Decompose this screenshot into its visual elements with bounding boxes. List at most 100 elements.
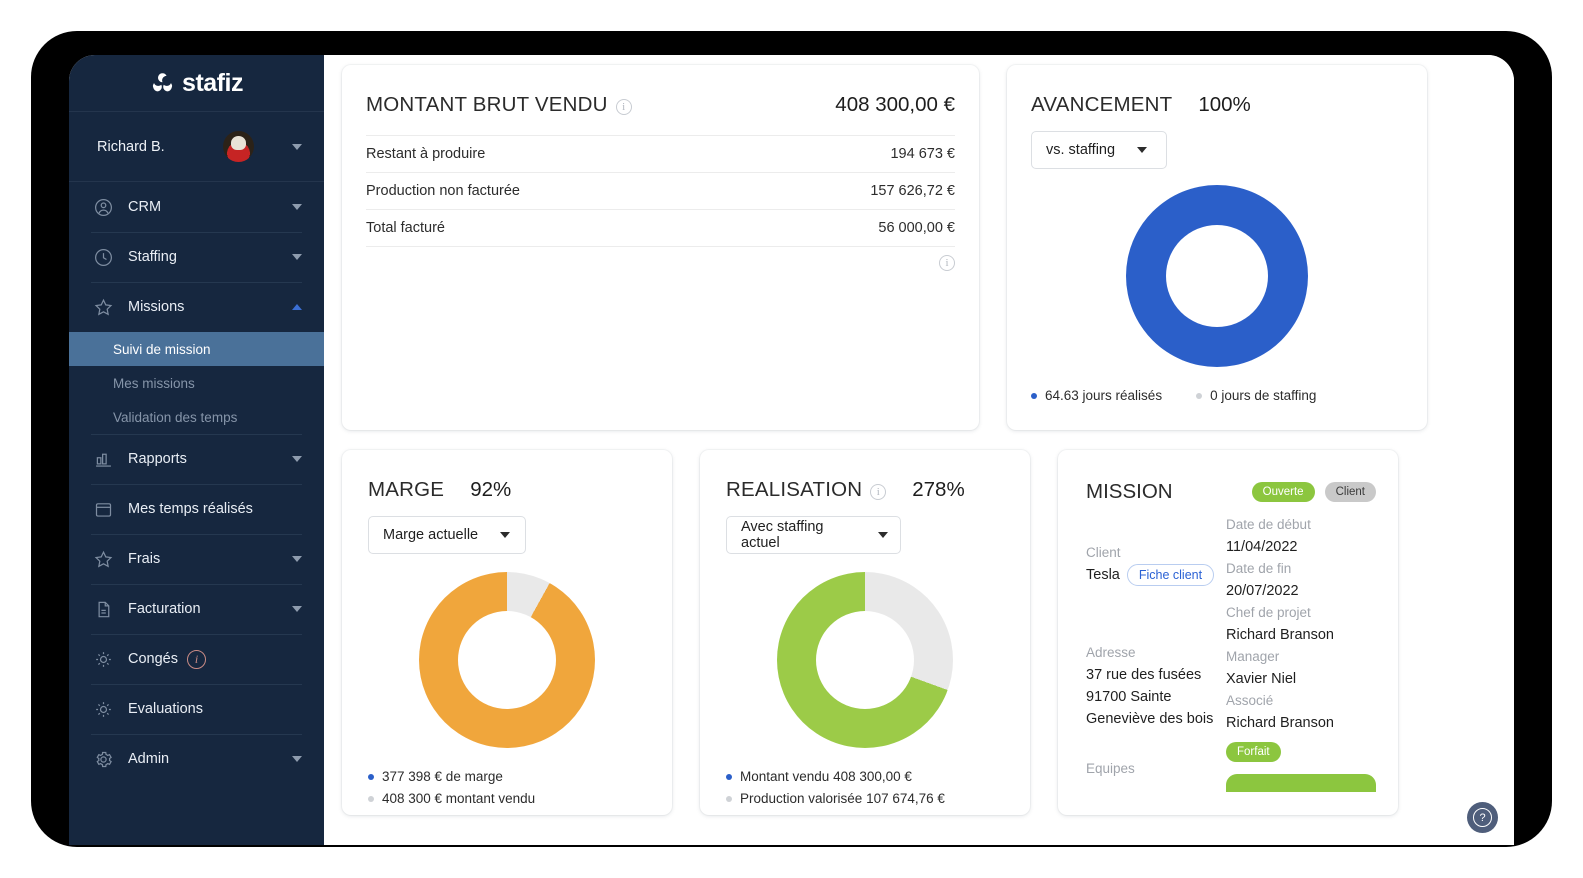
avancement-percent: 100%: [1198, 93, 1251, 116]
sidebar-item-frais[interactable]: Frais: [69, 534, 324, 584]
marge-donut-chart: [368, 554, 646, 748]
card-title: MONTANT BRUT VENDU: [366, 93, 608, 116]
sidebar-item-evaluations[interactable]: Evaluations: [69, 684, 324, 734]
mission-right-column: Date de début 11/04/2022 Date de fin 20/…: [1226, 514, 1376, 797]
legend-label: 0 jours de staffing: [1210, 388, 1317, 403]
legend-label: Production valorisée 107 674,76 €: [740, 791, 945, 806]
partner-value: Richard Branson: [1226, 715, 1334, 731]
donut-ring: [1126, 185, 1308, 367]
card-avancement: AVANCEMENT 100% vs. staffing 64.63 jours…: [1007, 65, 1427, 430]
donut-ring: [777, 572, 953, 748]
end-date-value: 20/07/2022: [1226, 583, 1299, 599]
sidebar-item-rapports[interactable]: Rapports: [69, 434, 324, 484]
realisation-percent: 278%: [912, 478, 965, 501]
sidebar-item-staffing[interactable]: Staffing: [69, 232, 324, 282]
legend-label: Montant vendu 408 300,00 €: [740, 769, 912, 784]
chevron-down-icon: [292, 456, 302, 462]
sidebar-item-label: Rapports: [128, 451, 187, 467]
sidebar-item-label: Evaluations: [128, 701, 203, 717]
marge-legend: 377 398 € de marge 408 300 € montant ven…: [368, 766, 646, 810]
row-label: Production non facturée: [366, 183, 520, 199]
end-date-label: Date de fin: [1226, 561, 1292, 576]
sidebar: stafiz Richard B. CRM Staffing Missions …: [69, 55, 324, 845]
device-bezel: stafiz Richard B. CRM Staffing Missions …: [31, 31, 1552, 847]
legend-dot-icon: [726, 796, 732, 802]
question-mark-icon: ?: [1473, 808, 1492, 827]
info-icon[interactable]: i: [870, 484, 887, 500]
project-manager-value: Richard Branson: [1226, 627, 1334, 643]
fiche-client-button[interactable]: Fiche client: [1126, 564, 1215, 586]
row-label: Restant à produire: [366, 146, 486, 162]
chevron-down-icon: [292, 143, 302, 150]
app-logo[interactable]: stafiz: [69, 55, 324, 112]
sidebar-item-label: Missions: [128, 299, 185, 315]
sidebar-item-facturation[interactable]: Facturation: [69, 584, 324, 634]
chevron-down-icon: [292, 556, 302, 562]
card-title: MARGE: [368, 478, 445, 501]
forfait-badge: Forfait: [1226, 742, 1281, 762]
mission-left-column: Client Tesla Fiche client Adresse 37 rue…: [1086, 514, 1226, 797]
info-icon[interactable]: i: [939, 254, 955, 271]
legend-label: 408 300 € montant vendu: [382, 791, 536, 806]
type-badge: Client: [1324, 482, 1376, 502]
legend-item: Production valorisée 107 674,76 €: [726, 788, 1004, 810]
donut-ring: [419, 572, 595, 748]
help-button[interactable]: ?: [1467, 802, 1498, 833]
row-amount: 194 673 €: [890, 146, 955, 162]
sidebar-subitem-label: Mes missions: [113, 375, 195, 391]
info-icon[interactable]: i: [615, 99, 632, 115]
realisation-donut-chart: [726, 554, 1004, 748]
avancement-mode-select[interactable]: vs. staffing: [1031, 131, 1167, 169]
chevron-down-icon: [500, 532, 511, 538]
sidebar-subitem-mes-missions[interactable]: Mes missions: [69, 366, 324, 400]
realisation-mode-select[interactable]: Avec staffing actuel: [726, 516, 901, 554]
sidebar-item-admin[interactable]: Admin: [69, 734, 324, 784]
card-title: AVANCEMENT: [1031, 93, 1173, 116]
select-value: vs. staffing: [1046, 142, 1116, 158]
montant-brut-total: 408 300,00 €: [835, 93, 955, 116]
sidebar-item-label: Staffing: [128, 249, 177, 265]
marge-mode-select[interactable]: Marge actuelle: [368, 516, 526, 554]
sidebar-subitem-suivi-de-mission[interactable]: Suivi de mission: [69, 332, 324, 366]
sidebar-item-label: CRM: [128, 199, 162, 215]
status-badge: Ouverte: [1251, 482, 1315, 502]
chevron-down-icon: [292, 254, 302, 260]
sidebar-item-conges[interactable]: Congés i: [69, 634, 324, 684]
brand-name: stafiz: [182, 68, 243, 97]
info-icon[interactable]: i: [186, 649, 206, 669]
card-title: MISSION: [1086, 480, 1173, 503]
legend-dot-icon: [368, 774, 374, 780]
sidebar-item-crm[interactable]: CRM: [69, 182, 324, 232]
legend-item: 64.63 jours réalisés: [1031, 385, 1162, 407]
chevron-down-icon: [1137, 147, 1148, 153]
row-label: Total facturé: [366, 220, 445, 236]
select-value: Avec staffing actuel: [741, 519, 824, 551]
card-marge: MARGE 92% Marge actuelle 377 398 € de ma…: [342, 450, 672, 815]
chevron-down-icon: [292, 756, 302, 762]
card-realisation: REALISATION i 278% Avec staffing actuel …: [700, 450, 1030, 815]
select-value: Marge actuelle: [383, 527, 479, 543]
star-icon: [93, 297, 114, 318]
sidebar-item-label: Facturation: [128, 601, 201, 617]
marge-percent: 92%: [470, 478, 512, 501]
star-icon: [93, 549, 114, 570]
avancement-donut-chart: [1031, 169, 1403, 367]
user-circle-icon: [93, 197, 114, 218]
user-menu[interactable]: Richard B.: [69, 112, 324, 182]
stafiz-logo-icon: [150, 71, 175, 96]
sidebar-item-missions[interactable]: Missions: [69, 282, 324, 332]
project-manager-label: Chef de projet: [1226, 605, 1311, 620]
address-line-1: 37 rue des fusées: [1086, 667, 1202, 683]
main-content: MONTANT BRUT VENDU i 408 300,00 € Restan…: [324, 55, 1514, 845]
card-title: REALISATION: [726, 478, 863, 501]
row-amount: 56 000,00 €: [878, 220, 955, 236]
chevron-up-icon: [292, 304, 302, 310]
legend-item: 377 398 € de marge: [368, 766, 646, 788]
sidebar-item-mes-temps-realises[interactable]: Mes temps réalisés: [69, 484, 324, 534]
row-amount: 157 626,72 €: [870, 183, 955, 199]
start-date-value: 11/04/2022: [1226, 539, 1298, 555]
sidebar-subitem-validation-des-temps[interactable]: Validation des temps: [69, 400, 324, 434]
user-name: Richard B.: [97, 138, 165, 155]
breakdown-row: Restant à produire 194 673 €: [366, 135, 955, 172]
legend-dot-icon: [1196, 393, 1203, 399]
